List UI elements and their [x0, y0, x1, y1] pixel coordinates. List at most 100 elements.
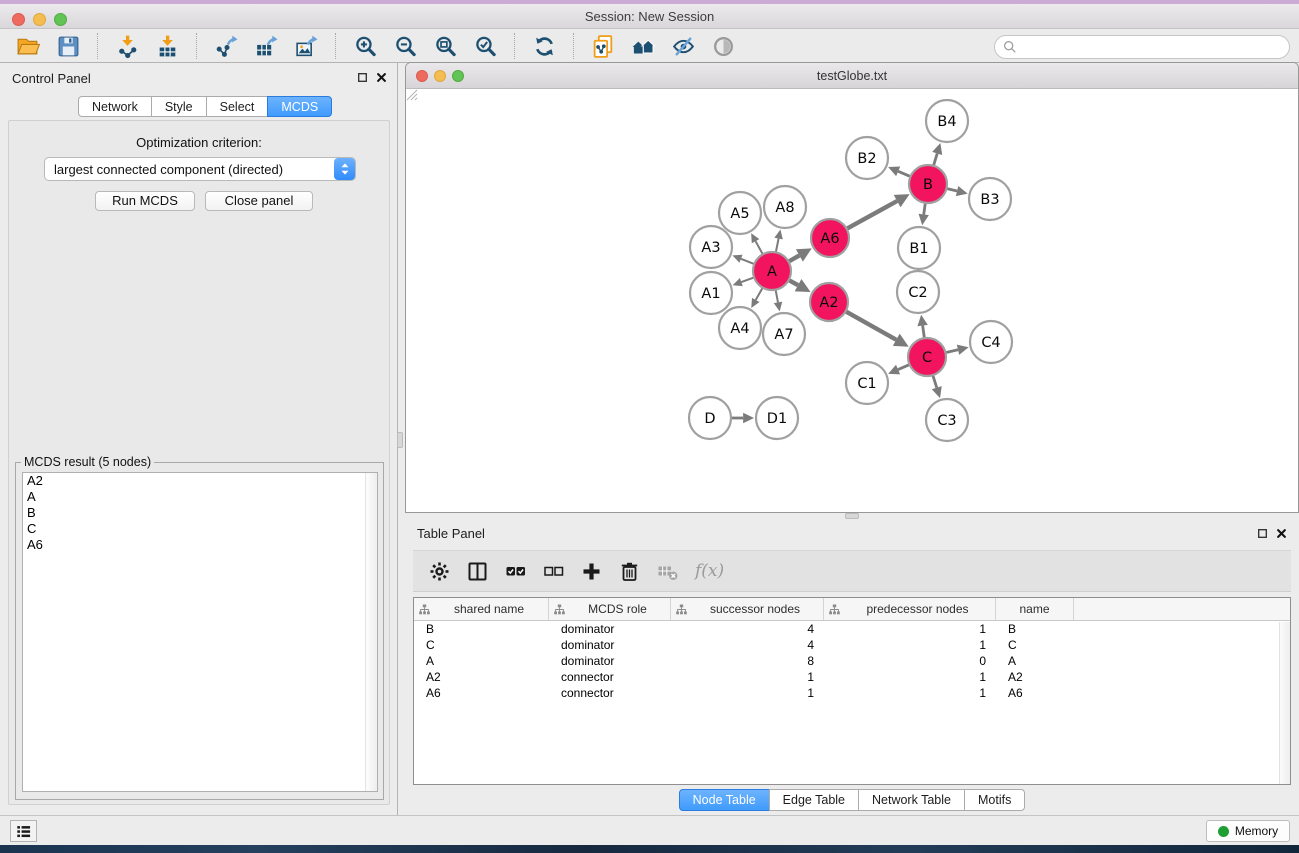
table-cell[interactable]: A2 [996, 669, 1074, 685]
save-session-button[interactable] [55, 33, 81, 59]
table-row[interactable]: Bdominator41B [414, 621, 1290, 637]
graph-node-A6[interactable]: A6 [811, 219, 849, 257]
delete-row-button[interactable] [617, 559, 641, 583]
table-cell[interactable]: 1 [824, 669, 996, 685]
graph-node-B4[interactable]: B4 [926, 100, 968, 142]
column-header-predecessor-nodes[interactable]: predecessor nodes [824, 598, 996, 620]
table-cell[interactable]: A6 [414, 685, 549, 701]
close-panel-button[interactable]: Close panel [205, 191, 313, 211]
graph-edge-C-C2[interactable] [917, 315, 927, 338]
table-cell[interactable]: 0 [824, 653, 996, 669]
graph-edge-A-A8[interactable] [774, 230, 782, 253]
tab-network[interactable]: Network [78, 96, 152, 117]
resize-grip-icon[interactable] [406, 89, 418, 101]
table-cell[interactable]: 1 [824, 637, 996, 653]
table-cell[interactable]: A2 [414, 669, 549, 685]
graph-edge-C-C1[interactable] [888, 365, 909, 375]
tab-edge-table[interactable]: Edge Table [769, 789, 859, 811]
new-network-from-selection-button[interactable] [590, 33, 616, 59]
table-cell[interactable]: connector [549, 685, 671, 701]
deselect-all-button[interactable] [541, 559, 565, 583]
show-columns-button[interactable] [465, 559, 489, 583]
table-cell[interactable]: 4 [671, 637, 824, 653]
graph-node-D[interactable]: D [689, 397, 731, 439]
graph-node-B3[interactable]: B3 [969, 178, 1011, 220]
result-item[interactable]: B [23, 505, 377, 521]
graph-edge-A2-C[interactable] [846, 311, 909, 346]
table-cell[interactable]: B [996, 621, 1074, 637]
graph-node-C4[interactable]: C4 [970, 321, 1012, 363]
table-cell[interactable]: dominator [549, 653, 671, 669]
graph-edge-C-C4[interactable] [945, 345, 968, 355]
apply-preferred-layout-button[interactable] [531, 33, 557, 59]
float-table-panel-icon[interactable] [1257, 527, 1268, 542]
tab-mcds[interactable]: MCDS [267, 96, 332, 117]
column-header-successor-nodes[interactable]: successor nodes [671, 598, 824, 620]
table-cell[interactable]: dominator [549, 637, 671, 653]
zoom-out-button[interactable] [392, 33, 418, 59]
export-table-button[interactable] [253, 33, 279, 59]
network-canvas[interactable]: B4B2BB3A5A8A6A3B1AA1C2A2A4A7C4CC1C3DD1 [406, 89, 1298, 512]
graph-node-A3[interactable]: A3 [690, 226, 732, 268]
graph-edge-A-A7[interactable] [774, 290, 782, 312]
graph-edge-B-B3[interactable] [946, 186, 967, 196]
close-panel-icon[interactable] [376, 72, 387, 83]
search-box[interactable] [994, 35, 1290, 59]
open-session-button[interactable] [15, 33, 41, 59]
vertical-splitter-grip[interactable] [397, 432, 403, 448]
table-row[interactable]: A6connector11A6 [414, 685, 1290, 701]
graph-edge-D-D1[interactable] [731, 413, 754, 423]
graph-node-B1[interactable]: B1 [898, 227, 940, 269]
graph-node-A7[interactable]: A7 [763, 313, 805, 355]
graph-node-A4[interactable]: A4 [719, 307, 761, 349]
result-item[interactable]: A2 [23, 473, 377, 489]
graph-node-A8[interactable]: A8 [764, 186, 806, 228]
graph-edge-A6-B[interactable] [847, 194, 910, 229]
graph-edge-A-A6[interactable] [789, 248, 812, 261]
graph-node-C3[interactable]: C3 [926, 399, 968, 441]
graph-node-A5[interactable]: A5 [719, 192, 761, 234]
graph-edge-B-B4[interactable] [932, 143, 942, 166]
graph-edge-A-A4[interactable] [751, 288, 762, 308]
tab-network-table[interactable]: Network Table [858, 789, 965, 811]
memory-button[interactable]: Memory [1206, 820, 1290, 842]
zoom-in-button[interactable] [352, 33, 378, 59]
network-window-titlebar[interactable]: testGlobe.txt [406, 63, 1298, 89]
float-panel-icon[interactable] [357, 72, 368, 83]
search-input[interactable] [1022, 40, 1289, 54]
result-item[interactable]: C [23, 521, 377, 537]
result-item[interactable]: A6 [23, 537, 377, 553]
graph-node-C1[interactable]: C1 [846, 362, 888, 404]
table-cell[interactable]: 1 [824, 685, 996, 701]
table-cell[interactable]: C [414, 637, 549, 653]
table-cell[interactable]: 1 [824, 621, 996, 637]
table-row[interactable]: Adominator80A [414, 653, 1290, 669]
table-cell[interactable]: 1 [671, 685, 824, 701]
settings-button[interactable] [427, 559, 451, 583]
select-all-button[interactable] [503, 559, 527, 583]
table-cell[interactable]: 1 [671, 669, 824, 685]
tab-node-table[interactable]: Node Table [679, 789, 770, 811]
table-cell[interactable]: connector [549, 669, 671, 685]
table-cell[interactable]: 4 [671, 621, 824, 637]
table-cell[interactable]: C [996, 637, 1074, 653]
graph-edge-B-B1[interactable] [919, 203, 929, 225]
table-row[interactable]: A2connector11A2 [414, 669, 1290, 685]
graph-edge-B-B2[interactable] [888, 166, 910, 176]
column-header-shared-name[interactable]: shared name [414, 598, 549, 620]
import-network-button[interactable] [114, 33, 140, 59]
graph-node-D1[interactable]: D1 [756, 397, 798, 439]
export-image-button[interactable] [293, 33, 319, 59]
task-history-button[interactable] [10, 820, 37, 842]
graph-edge-A-A1[interactable] [733, 277, 754, 286]
close-table-panel-icon[interactable] [1276, 527, 1287, 542]
graph-edge-A-A5[interactable] [751, 233, 763, 254]
add-row-button[interactable] [579, 559, 603, 583]
graph-node-A2[interactable]: A2 [810, 283, 848, 321]
graph-edge-A-A3[interactable] [732, 255, 754, 264]
table-cell[interactable]: dominator [549, 621, 671, 637]
horizontal-splitter-grip[interactable] [845, 513, 859, 519]
table-row[interactable]: Cdominator41C [414, 637, 1290, 653]
graph-edge-C-C3[interactable] [932, 375, 942, 398]
table-cell[interactable]: B [414, 621, 549, 637]
